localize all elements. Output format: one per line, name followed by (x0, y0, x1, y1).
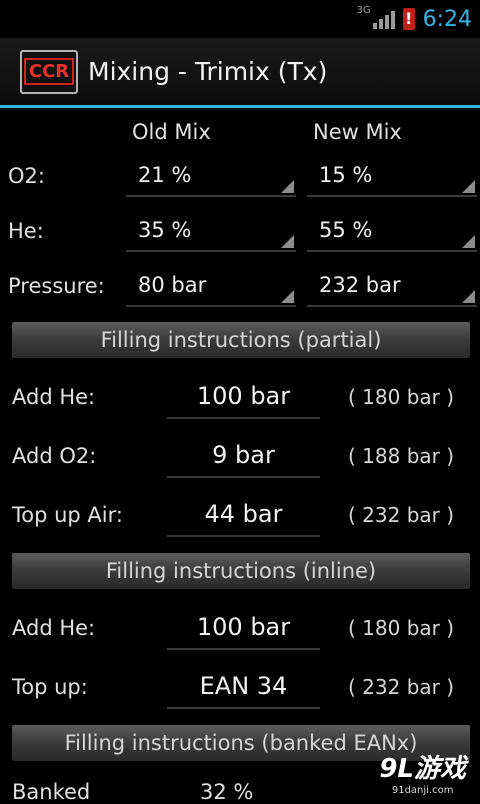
app-logo-icon[interactable]: CCR (20, 49, 78, 94)
old-he-value: 35 % (138, 218, 192, 242)
pressure-label: Pressure: (8, 274, 105, 298)
banked-value: 32 % (200, 780, 254, 804)
new-pressure-input[interactable]: 232 bar (307, 267, 477, 307)
old-pressure-input[interactable]: 80 bar (126, 267, 296, 307)
dropdown-corner-icon (281, 290, 294, 303)
partial-section-header: Filling instructions (partial) (12, 322, 470, 358)
dropdown-corner-icon (281, 235, 294, 248)
old-pressure-value: 80 bar (138, 273, 207, 297)
old-mix-header: Old Mix (132, 120, 211, 144)
mix-column-headers: Old Mix New Mix (0, 120, 480, 150)
watermark-main: 9L游戏 (379, 754, 466, 784)
banked-label: Banked (12, 780, 91, 804)
partial-top-up-air-label: Top up Air: (12, 503, 123, 527)
clock: 6:24 (422, 6, 472, 32)
dropdown-corner-icon (462, 235, 475, 248)
network-type: 3G (356, 4, 371, 16)
partial-top-up-air-total: ( 232 bar ) (348, 503, 455, 527)
partial-add-o2-value: 9 bar (167, 434, 320, 478)
inline-top-up-total: ( 232 bar ) (348, 675, 455, 699)
old-o2-value: 21 % (138, 163, 192, 187)
inline-top-up-value: EAN 34 (167, 665, 320, 709)
dropdown-corner-icon (462, 180, 475, 193)
watermark-logo: 9L游戏 91danji.com (379, 748, 466, 796)
new-o2-input[interactable]: 15 % (307, 157, 477, 197)
logo-text: CCR (23, 58, 75, 85)
signal-icon (372, 9, 395, 29)
inline-add-he-label: Add He: (12, 616, 96, 640)
new-he-value: 55 % (319, 218, 373, 242)
inline-add-he-value: 100 bar (167, 606, 320, 650)
partial-add-o2-total: ( 188 bar ) (348, 444, 455, 468)
page-title: Mixing - Trimix (Tx) (88, 57, 328, 86)
action-bar: CCR Mixing - Trimix (Tx) (0, 38, 480, 108)
old-o2-input[interactable]: 21 % (126, 157, 296, 197)
alert-icon: ! (402, 8, 415, 30)
watermark-url: 91danji.com (391, 785, 454, 796)
partial-top-up-air-value: 44 bar (167, 493, 320, 537)
inline-top-up-label: Top up: (12, 675, 88, 699)
dropdown-corner-icon (281, 180, 294, 193)
new-he-input[interactable]: 55 % (307, 212, 477, 252)
inline-section-header: Filling instructions (inline) (12, 553, 470, 589)
partial-add-he-value: 100 bar (167, 375, 320, 419)
old-he-input[interactable]: 35 % (126, 212, 296, 252)
partial-add-o2-label: Add O2: (12, 444, 97, 468)
inline-add-he-total: ( 180 bar ) (348, 616, 455, 640)
new-mix-header: New Mix (313, 120, 402, 144)
status-bar: 3G ! 6:24 (0, 0, 480, 38)
o2-label: O2: (8, 164, 45, 188)
he-label: He: (8, 219, 44, 243)
partial-add-he-total: ( 180 bar ) (348, 385, 455, 409)
dropdown-corner-icon (462, 290, 475, 303)
new-pressure-value: 232 bar (319, 273, 401, 297)
new-o2-value: 15 % (319, 163, 373, 187)
partial-add-he-label: Add He: (12, 385, 96, 409)
